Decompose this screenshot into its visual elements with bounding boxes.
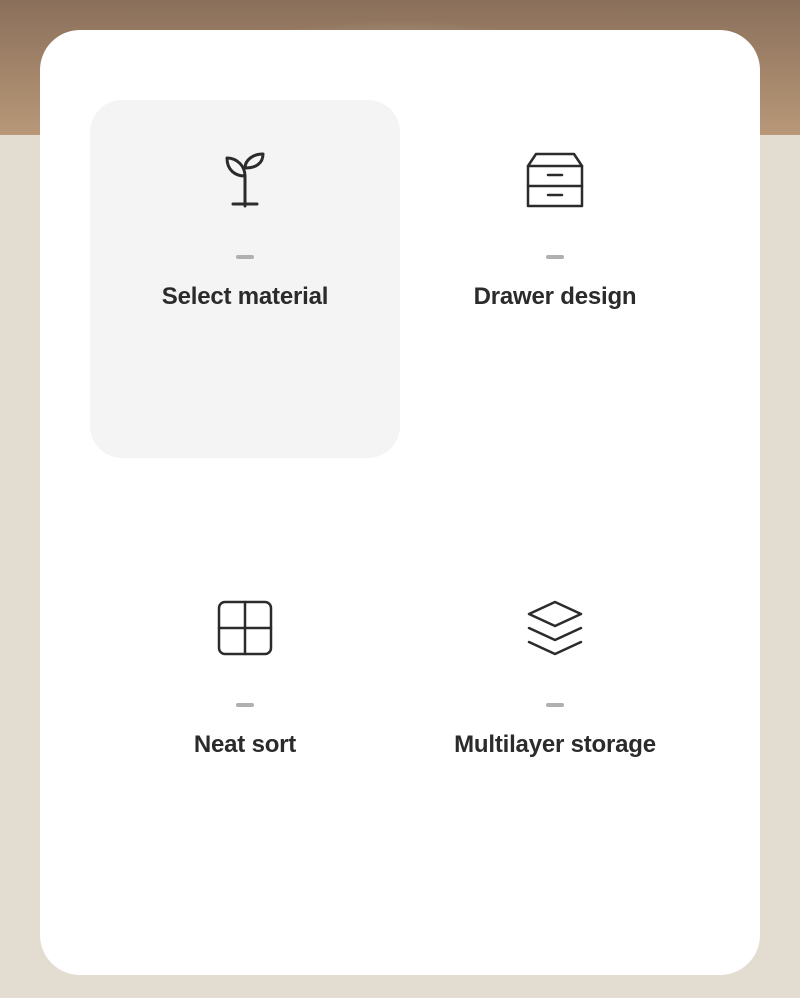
- drawer-icon: [520, 145, 590, 215]
- features-card: Select material Drawer design: [40, 30, 760, 975]
- features-grid: Select material Drawer design: [90, 100, 710, 905]
- feature-label: Drawer design: [474, 283, 637, 311]
- divider-dash: [546, 703, 564, 707]
- divider-dash: [546, 255, 564, 259]
- divider-dash: [236, 703, 254, 707]
- feature-cell-select-material[interactable]: Select material: [90, 100, 400, 458]
- feature-label: Neat sort: [194, 731, 296, 759]
- sprout-icon: [210, 145, 280, 215]
- feature-label: Select material: [162, 283, 328, 311]
- feature-cell-multilayer-storage[interactable]: Multilayer storage: [400, 548, 710, 906]
- feature-cell-neat-sort[interactable]: Neat sort: [90, 548, 400, 906]
- divider-dash: [236, 255, 254, 259]
- layers-icon: [520, 593, 590, 663]
- grid-icon: [210, 593, 280, 663]
- feature-label: Multilayer storage: [454, 731, 656, 759]
- feature-cell-drawer-design[interactable]: Drawer design: [400, 100, 710, 458]
